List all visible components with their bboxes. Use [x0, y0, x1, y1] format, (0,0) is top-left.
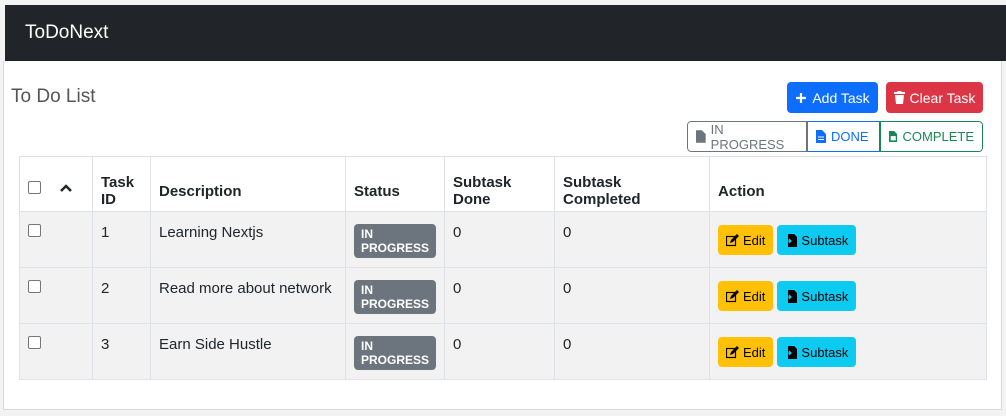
select-all-checkbox[interactable] — [28, 181, 41, 195]
plus-icon — [796, 92, 807, 103]
table-row: 2 Read more about network IN PROGRESS 0 … — [19, 267, 987, 324]
column-header[interactable]: Status — [344, 156, 446, 212]
row-checkbox[interactable] — [28, 224, 41, 237]
task-id: 2 — [92, 267, 151, 324]
subtask-done: 0 — [444, 267, 556, 324]
edit-icon — [726, 233, 740, 246]
edit-icon — [726, 289, 740, 302]
task-id: 1 — [92, 211, 151, 268]
subtask-label: Subtask — [801, 232, 849, 248]
file-import-icon — [785, 289, 798, 303]
app-title[interactable]: ToDoNext — [25, 22, 108, 44]
subtask-button[interactable]: Subtask — [777, 225, 857, 255]
status-filter-group: IN PROGRESS DONE COMPLETE — [687, 121, 983, 152]
file-icon — [816, 130, 826, 143]
row-select-cell — [19, 211, 93, 268]
subtask-completed: 0 — [554, 323, 711, 380]
action-cell: Edit Subtask — [709, 267, 987, 324]
trash-icon — [893, 91, 905, 104]
filter-in-progress-label: IN PROGRESS — [710, 121, 785, 152]
file-import-icon — [785, 233, 798, 247]
filter-complete-label: COMPLETE — [902, 129, 974, 144]
subtask-done: 0 — [444, 323, 556, 380]
status-badge: IN PROGRESS — [354, 224, 437, 258]
action-cell: Edit Subtask — [709, 211, 987, 268]
page-title: To Do List — [11, 86, 96, 107]
file-import-icon — [785, 345, 798, 359]
navbar: ToDoNext — [5, 5, 1006, 61]
clear-task-button[interactable]: Clear Task — [886, 82, 983, 113]
subtask-button[interactable]: Subtask — [777, 337, 857, 367]
row-checkbox[interactable] — [28, 280, 41, 293]
status-cell: IN PROGRESS — [344, 267, 446, 324]
task-description: Earn Side Hustle — [150, 323, 346, 380]
task-table: Task ID Description Status Subtask Done … — [19, 156, 987, 380]
todo-card: To Do List Add Task Clear Task IN PROGRE… — [3, 61, 1002, 410]
subtask-completed: 0 — [554, 211, 711, 268]
subtask-completed: 0 — [554, 267, 711, 324]
add-task-label: Add Task — [812, 89, 870, 106]
task-description: Read more about network — [150, 267, 346, 324]
chevron-up-icon[interactable] — [59, 183, 73, 193]
filter-in-progress-button[interactable]: IN PROGRESS — [687, 121, 807, 152]
filter-done-label: DONE — [831, 129, 869, 144]
task-id: 3 — [92, 323, 151, 380]
subtask-label: Subtask — [801, 288, 849, 304]
subtask-done: 0 — [444, 211, 556, 268]
status-badge: IN PROGRESS — [354, 280, 437, 314]
select-all-header — [19, 156, 93, 212]
clear-task-label: Clear Task — [909, 89, 976, 106]
edit-icon — [726, 345, 740, 358]
column-header[interactable]: Subtask Completed — [554, 156, 711, 212]
column-header[interactable]: Task ID — [92, 156, 151, 212]
task-description: Learning Nextjs — [150, 211, 346, 268]
filter-done-button[interactable]: DONE — [807, 121, 880, 152]
edit-button[interactable]: Edit — [718, 281, 774, 311]
edit-button[interactable]: Edit — [718, 337, 774, 367]
action-cell: Edit Subtask — [709, 323, 987, 380]
subtask-button[interactable]: Subtask — [777, 281, 857, 311]
filter-complete-button[interactable]: COMPLETE — [880, 121, 983, 152]
subtask-label: Subtask — [801, 344, 849, 360]
add-task-button[interactable]: Add Task — [787, 82, 878, 113]
column-header: Action — [709, 156, 987, 212]
edit-label: Edit — [743, 232, 766, 248]
column-header[interactable]: Description — [150, 156, 346, 212]
edit-label: Edit — [743, 344, 766, 360]
edit-button[interactable]: Edit — [718, 225, 774, 255]
status-cell: IN PROGRESS — [344, 323, 446, 380]
column-header[interactable]: Subtask Done — [444, 156, 556, 212]
row-select-cell — [19, 323, 93, 380]
row-select-cell — [19, 267, 93, 324]
file-icon — [889, 130, 898, 143]
row-checkbox[interactable] — [28, 336, 41, 349]
edit-label: Edit — [743, 288, 766, 304]
table-row: 3 Earn Side Hustle IN PROGRESS 0 0 Edit … — [19, 323, 987, 380]
file-icon — [696, 130, 706, 143]
table-header-row: Task ID Description Status Subtask Done … — [19, 156, 987, 212]
table-row: 1 Learning Nextjs IN PROGRESS 0 0 Edit S… — [19, 211, 987, 268]
status-cell: IN PROGRESS — [344, 211, 446, 268]
status-badge: IN PROGRESS — [354, 336, 437, 370]
